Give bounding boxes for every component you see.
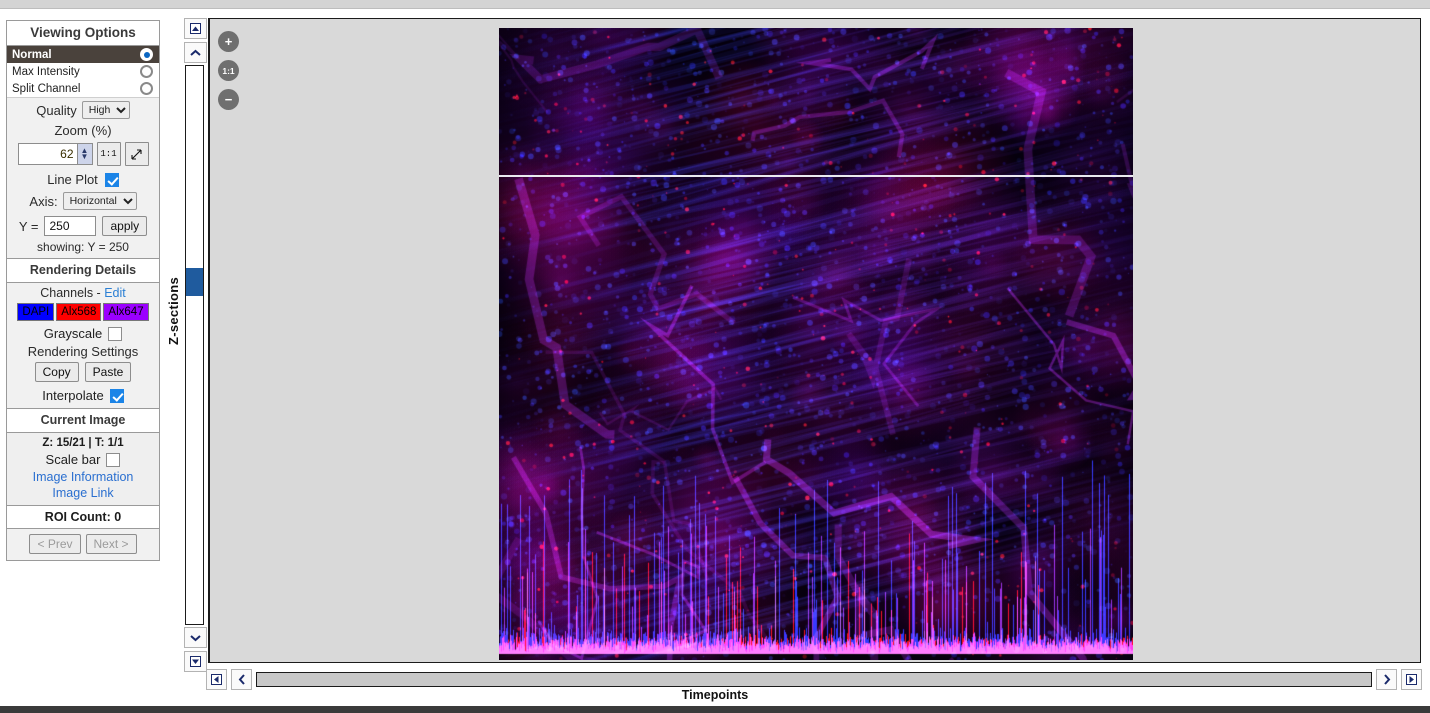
zoom-in-button[interactable]: +: [218, 31, 239, 52]
radio-max-intensity-icon[interactable]: [140, 65, 153, 78]
roi-nav-row: < Prev Next >: [7, 529, 159, 560]
next-timepoint-icon: [1383, 673, 1390, 685]
first-timepoint-icon: [211, 673, 222, 685]
showing-y-text: showing: Y = 250: [37, 240, 129, 254]
y-position-row: Y = apply: [7, 213, 159, 239]
zoom-fit-button[interactable]: [124, 142, 149, 166]
radio-split-channel-icon[interactable]: [140, 82, 153, 95]
image-canvas-wrap[interactable]: [499, 28, 1133, 660]
channels-header: Channels - Edit: [7, 283, 159, 302]
next-timepoint-button[interactable]: [1376, 668, 1397, 690]
z-section-slider-thumb[interactable]: [186, 268, 203, 296]
rendering-settings-label: Rendering Settings: [27, 344, 139, 359]
z-end-icon: [190, 656, 201, 667]
interpolate-label: Interpolate: [42, 388, 104, 403]
z-projection-icon: [190, 23, 201, 34]
roi-count-label: ROI Count: 0: [7, 505, 159, 529]
prev-timepoint-icon: [238, 673, 245, 685]
z-up-button[interactable]: [184, 42, 207, 63]
channel-toggle-list: DAPI Alx568 Alx647: [7, 302, 159, 324]
chevron-up-icon: [190, 49, 201, 56]
zoom-stepper-down-icon[interactable]: ▼: [81, 153, 89, 161]
grayscale-row: Grayscale: [7, 324, 159, 343]
interpolate-checkbox[interactable]: [109, 388, 124, 403]
channel-toggle-alx647[interactable]: Alx647: [103, 303, 149, 321]
roi-prev-button[interactable]: < Prev: [29, 534, 81, 554]
window-top-strip: [0, 0, 1430, 9]
current-image-block: Z: 15/21 | T: 1/1 Scale bar Image Inform…: [7, 433, 159, 505]
paste-settings-button[interactable]: Paste: [84, 362, 132, 382]
channels-block: Channels - Edit DAPI Alx568 Alx647 Grays…: [7, 283, 159, 408]
viewing-options-title: Viewing Options: [7, 21, 159, 46]
resize-arrow-icon: [131, 148, 142, 160]
zoom-input-wrap: ▲ ▼: [17, 143, 93, 165]
z-down-button[interactable]: [184, 627, 207, 648]
zoom-one-to-one-button[interactable]: 1:1: [96, 142, 121, 166]
render-mode-list: Normal Max Intensity Split Channel: [7, 46, 159, 98]
axis-row: Axis: Horizontal: [7, 189, 159, 213]
zoom-controls-row: ▲ ▼ 1:1: [7, 140, 159, 170]
render-mode-normal-label: Normal: [12, 48, 52, 61]
channel-toggle-dapi[interactable]: DAPI: [17, 303, 55, 321]
interpolate-row: Interpolate: [7, 386, 159, 408]
y-input[interactable]: [44, 216, 97, 236]
grayscale-label: Grayscale: [43, 326, 103, 341]
line-plot-checkbox[interactable]: [104, 172, 119, 187]
channels-edit-link[interactable]: Edit: [104, 286, 126, 300]
image-viewport[interactable]: + 1:1 −: [209, 18, 1421, 663]
grayscale-checkbox[interactable]: [108, 326, 123, 341]
roi-next-button[interactable]: Next >: [85, 534, 137, 554]
axis-label: Axis:: [29, 193, 58, 209]
render-mode-normal[interactable]: Normal: [7, 46, 159, 63]
render-mode-split-channel[interactable]: Split Channel: [7, 80, 159, 97]
viewing-options-sidebar: Viewing Options Normal Max Intensity Spl…: [6, 20, 160, 561]
rendering-details-title: Rendering Details: [7, 258, 159, 283]
quality-label: Quality: [36, 102, 77, 118]
scale-bar-row: Scale bar: [7, 450, 159, 469]
zoom-input[interactable]: [18, 144, 77, 164]
current-image-title: Current Image: [7, 408, 159, 433]
zoom-label: Zoom (%): [54, 123, 112, 138]
image-link-link[interactable]: Image Link: [7, 485, 159, 501]
fluorescence-image-canvas[interactable]: [499, 28, 1133, 660]
copy-settings-button[interactable]: Copy: [34, 362, 79, 382]
zoom-out-button[interactable]: −: [218, 89, 239, 110]
z-sections-axis-label: Z-sections: [166, 276, 181, 345]
z-section-control: [184, 18, 208, 672]
channels-label: Channels -: [40, 286, 101, 300]
channel-toggle-alx568[interactable]: Alx568: [56, 303, 102, 321]
render-mode-max-intensity-label: Max Intensity: [12, 65, 80, 78]
scale-bar-label: Scale bar: [45, 452, 101, 467]
z-end-button[interactable]: [184, 651, 207, 672]
line-plot-row: Line Plot: [7, 170, 159, 189]
timepoint-control: [206, 668, 1422, 690]
timepoint-slider-track[interactable]: [256, 671, 1372, 687]
z-projection-icon-button[interactable]: [184, 18, 207, 39]
z-t-indicator: Z: 15/21 | T: 1/1: [42, 437, 124, 449]
render-mode-max-intensity[interactable]: Max Intensity: [7, 63, 159, 80]
line-plot-y-indicator: [499, 175, 1133, 177]
zoom-actual-size-button[interactable]: 1:1: [218, 60, 239, 81]
last-timepoint-button[interactable]: [1401, 668, 1422, 690]
scale-bar-checkbox[interactable]: [106, 452, 121, 467]
axis-select[interactable]: Horizontal: [62, 192, 137, 210]
radio-normal-icon[interactable]: [140, 48, 153, 61]
timepoints-axis-label: Timepoints: [681, 688, 749, 702]
viewport-zoom-tools: + 1:1 −: [218, 31, 239, 110]
window-bottom-strip: [0, 706, 1430, 713]
y-label: Y =: [18, 218, 39, 234]
apply-button[interactable]: apply: [102, 216, 148, 236]
quality-row: Quality High: [7, 98, 159, 122]
rendering-settings-buttons: Copy Paste: [7, 361, 159, 386]
prev-timepoint-button[interactable]: [231, 668, 252, 690]
chevron-down-icon: [190, 634, 201, 641]
line-plot-label: Line Plot: [47, 172, 98, 187]
last-timepoint-icon: [1406, 673, 1417, 685]
render-mode-split-channel-label: Split Channel: [12, 82, 81, 95]
zoom-stepper[interactable]: ▲ ▼: [76, 144, 92, 164]
z-section-slider-track[interactable]: [185, 65, 204, 625]
first-timepoint-button[interactable]: [206, 668, 227, 690]
quality-select[interactable]: High: [81, 101, 130, 119]
image-information-link[interactable]: Image Information: [7, 469, 159, 485]
